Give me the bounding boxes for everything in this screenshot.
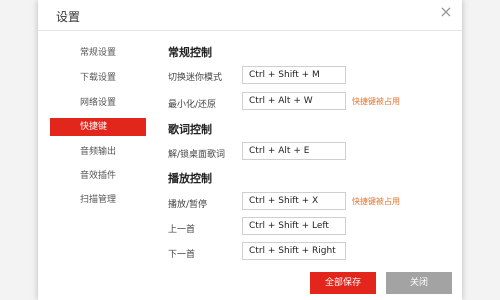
- hotkey-field-desktop-lyrics-lock[interactable]: [242, 142, 346, 160]
- hotkey-field-next-track[interactable]: [242, 242, 346, 260]
- hotkey-settings-panel: 常规控制 切换迷你模式 最小化/还原 快捷键被占用 歌词控制 解/锁桌面歌词 播…: [38, 0, 462, 300]
- row-label-previous-track: 上一首: [168, 225, 196, 235]
- hotkey-field-minimize-restore[interactable]: [242, 92, 346, 110]
- hotkey-field-previous-track[interactable]: [242, 217, 346, 235]
- hotkey-field-mini-mode[interactable]: [242, 66, 346, 84]
- settings-dialog: 设置 × 常规设置 下载设置 网络设置 快捷键 音频输出 音效插件 扫描管理 常…: [38, 0, 462, 300]
- section-title-lyrics: 歌词控制: [168, 123, 212, 136]
- section-title-general: 常规控制: [168, 46, 212, 59]
- row-label-mini-mode: 切换迷你模式: [168, 73, 223, 83]
- close-button[interactable]: 关闭: [386, 272, 452, 294]
- row-label-desktop-lyrics-lock: 解/锁桌面歌词: [168, 150, 226, 160]
- hotkey-conflict-warning: 快捷键被占用: [352, 97, 400, 106]
- row-label-minimize-restore: 最小化/还原: [168, 100, 217, 110]
- save-all-button[interactable]: 全部保存: [310, 272, 376, 294]
- row-label-play-pause: 播放/暂停: [168, 200, 208, 210]
- row-label-next-track: 下一首: [168, 250, 196, 260]
- hotkey-conflict-warning: 快捷键被占用: [352, 197, 400, 206]
- hotkey-field-play-pause[interactable]: [242, 192, 346, 210]
- section-title-playback: 播放控制: [168, 172, 212, 185]
